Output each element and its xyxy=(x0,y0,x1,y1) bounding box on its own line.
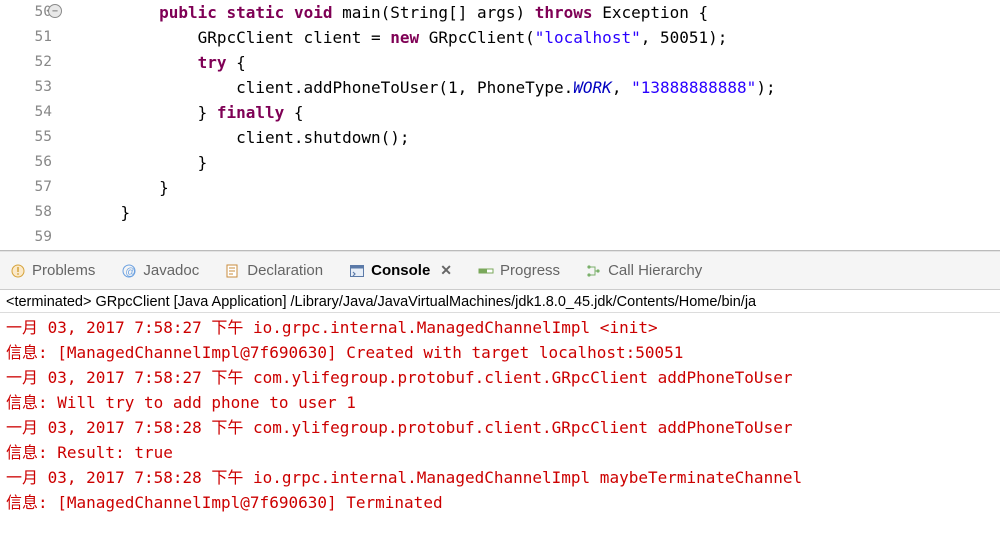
tab-label: Javadoc xyxy=(143,262,199,279)
code-line[interactable]: 51 GRpcClient client = new GRpcClient("l… xyxy=(0,25,1000,50)
code-content[interactable]: client.shutdown(); xyxy=(60,125,1000,150)
tab-label: Problems xyxy=(32,262,95,279)
code-content[interactable]: try { xyxy=(60,50,1000,75)
console-line: 一月 03, 2017 7:58:28 下午 com.ylifegroup.pr… xyxy=(6,415,994,440)
line-number: 59 xyxy=(0,225,60,250)
svg-text:@: @ xyxy=(126,267,136,278)
tab-label: Progress xyxy=(500,262,560,279)
line-number: 57 xyxy=(0,175,60,200)
console-line: 一月 03, 2017 7:58:27 下午 com.ylifegroup.pr… xyxy=(6,365,994,390)
declaration-icon xyxy=(225,263,241,279)
progress-icon xyxy=(478,263,494,279)
code-line[interactable]: 55 client.shutdown(); xyxy=(0,125,1000,150)
code-content[interactable]: client.addPhoneToUser(1, PhoneType.WORK,… xyxy=(60,75,1000,100)
code-content[interactable]: } finally { xyxy=(60,100,1000,125)
code-line[interactable]: 56 } xyxy=(0,150,1000,175)
callhierarchy-icon xyxy=(586,263,602,279)
code-content[interactable]: } xyxy=(60,175,1000,200)
code-content[interactable]: public static void main(String[] args) t… xyxy=(60,0,1000,25)
javadoc-icon: @ xyxy=(121,263,137,279)
code-editor[interactable]: 50− public static void main(String[] arg… xyxy=(0,0,1000,250)
console-line: 信息: Result: true xyxy=(6,440,994,465)
console-line: 信息: [ManagedChannelImpl@7f690630] Termin… xyxy=(6,490,994,515)
tab-javadoc[interactable]: @ Javadoc xyxy=(119,258,201,283)
tab-problems[interactable]: Problems xyxy=(8,258,97,283)
line-number: 58 xyxy=(0,200,60,225)
console-line: 一月 03, 2017 7:58:28 下午 io.grpc.internal.… xyxy=(6,465,994,490)
code-line[interactable]: 52 try { xyxy=(0,50,1000,75)
line-number: 54 xyxy=(0,100,60,125)
code-content[interactable]: } xyxy=(60,150,1000,175)
line-number: 52 xyxy=(0,50,60,75)
code-line[interactable]: 59 xyxy=(0,225,1000,250)
console-output[interactable]: 一月 03, 2017 7:58:27 下午 io.grpc.internal.… xyxy=(0,313,1000,517)
code-content[interactable]: } xyxy=(60,200,1000,225)
code-line[interactable]: 54 } finally { xyxy=(0,100,1000,125)
collapse-marker-icon[interactable]: − xyxy=(48,4,62,18)
line-number: 50− xyxy=(0,0,60,25)
console-line: 信息: [ManagedChannelImpl@7f690630] Create… xyxy=(6,340,994,365)
console-line: 信息: Will try to add phone to user 1 xyxy=(6,390,994,415)
close-icon[interactable]: ✕ xyxy=(440,262,452,279)
code-content[interactable]: GRpcClient client = new GRpcClient("loca… xyxy=(60,25,1000,50)
code-content[interactable] xyxy=(60,225,1000,250)
tab-label: Call Hierarchy xyxy=(608,262,702,279)
tab-progress[interactable]: Progress xyxy=(476,258,562,283)
tab-declaration[interactable]: Declaration xyxy=(223,258,325,283)
tab-label: Declaration xyxy=(247,262,323,279)
console-process-header: <terminated> GRpcClient [Java Applicatio… xyxy=(0,290,1000,313)
problems-icon xyxy=(10,263,26,279)
line-number: 51 xyxy=(0,25,60,50)
tab-console[interactable]: Console ✕ xyxy=(347,258,454,283)
code-line[interactable]: 50− public static void main(String[] arg… xyxy=(0,0,1000,25)
views-tab-bar: Problems @ Javadoc Declaration Console ✕ Progr… xyxy=(0,252,1000,290)
tab-label: Console xyxy=(371,262,430,279)
code-line[interactable]: 58 } xyxy=(0,200,1000,225)
console-line: 一月 03, 2017 7:58:27 下午 io.grpc.internal.… xyxy=(6,315,994,340)
console-icon xyxy=(349,263,365,279)
line-number: 53 xyxy=(0,75,60,100)
tab-call-hierarchy[interactable]: Call Hierarchy xyxy=(584,258,704,283)
line-number: 55 xyxy=(0,125,60,150)
code-line[interactable]: 53 client.addPhoneToUser(1, PhoneType.WO… xyxy=(0,75,1000,100)
line-number: 56 xyxy=(0,150,60,175)
code-line[interactable]: 57 } xyxy=(0,175,1000,200)
